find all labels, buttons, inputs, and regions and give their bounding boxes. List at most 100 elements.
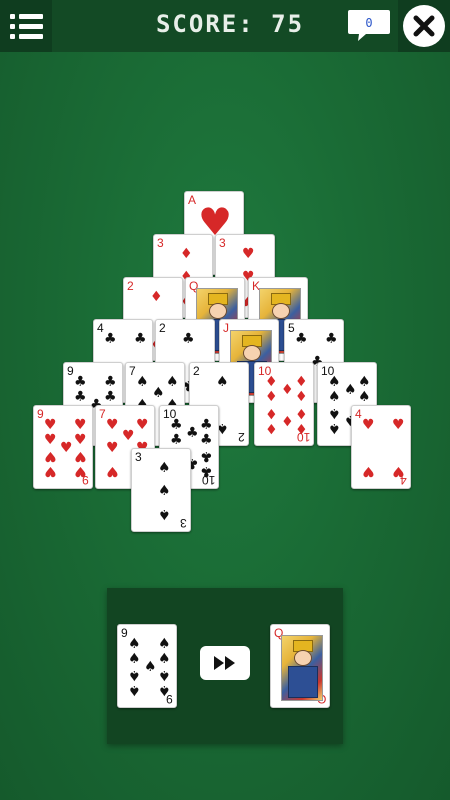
suit-icon: ♠ xyxy=(358,389,371,405)
suit-icon: ♣ xyxy=(200,417,213,433)
suit-icon: ♥ xyxy=(392,417,405,433)
card-rank: 2 xyxy=(127,279,134,293)
suit-icon: ♥ xyxy=(106,417,119,433)
suit-icon: ♠ xyxy=(128,667,141,683)
menu-icon xyxy=(9,13,43,19)
suit-icon: ♦ xyxy=(265,374,278,390)
suit-icon: ♠ xyxy=(328,405,341,421)
suit-icon: ♠ xyxy=(152,385,165,401)
pyramid-card-r6c6[interactable]: 4 4 ♥ ♥ ♥ ♥ xyxy=(351,405,411,489)
card-rank: 2 xyxy=(159,321,166,335)
suit-icon: ♣ xyxy=(104,389,117,405)
card-rank: 3 xyxy=(219,236,226,250)
card-rank: 5 xyxy=(288,321,295,335)
chat-button[interactable]: 0 xyxy=(346,8,392,42)
suit-icon: ♣ xyxy=(200,432,213,448)
suit-icon: ♠ xyxy=(158,682,171,698)
pyramid-card-r6c1[interactable]: 9 9 ♥ ♥ ♥ ♥ ♥ ♥ ♥ ♥ ♥ xyxy=(33,405,93,489)
suit-icon: ♠ xyxy=(128,682,141,698)
suit-icon: ♦ xyxy=(295,389,308,405)
card-rank: 9 xyxy=(121,626,128,640)
suit-icon: ♠ xyxy=(216,374,229,390)
suit-icon: ♣ xyxy=(74,389,87,405)
suit-icon: ♣ xyxy=(134,331,147,347)
suit-icon: ♦ xyxy=(265,405,278,421)
suit-icon: ♦ xyxy=(281,382,294,398)
suit-icon: ♥ xyxy=(362,417,375,433)
suit-icon: ♥ xyxy=(74,417,87,433)
suit-icon: ♠ xyxy=(358,374,371,390)
suit-icon: ♥ xyxy=(362,463,375,479)
suit-icon: ♥ xyxy=(44,417,57,433)
deal-button[interactable] xyxy=(200,646,250,680)
card-rank: 7 xyxy=(129,364,136,378)
suit-icon: ♣ xyxy=(74,374,87,390)
suit-icon: ♠ xyxy=(136,374,149,390)
suit-icon: ♠ xyxy=(344,382,357,398)
suit-icon: ♥ xyxy=(74,448,87,464)
suit-icon: ♣ xyxy=(295,331,308,347)
suit-icon: ♠ xyxy=(144,659,157,675)
draw-pile-card[interactable]: 9 9 ♠ ♠ ♠ ♠ ♠ ♠ ♠ ♠ ♠ xyxy=(117,624,177,708)
suit-icon: ♦ xyxy=(265,389,278,405)
fast-forward-icon xyxy=(214,656,235,670)
suit-icon: ♥ xyxy=(106,463,119,479)
suit-icon: ♠ xyxy=(128,651,141,667)
card-rank: 3 xyxy=(135,450,142,464)
suit-icon: ♠ xyxy=(158,651,171,667)
pyramid-card-r7c3[interactable]: 3 3 ♠ ♠ ♠ xyxy=(131,448,191,532)
suit-icon: ♦ xyxy=(265,420,278,436)
waste-pile-card[interactable]: QQ xyxy=(270,624,330,708)
menu-button[interactable] xyxy=(0,0,52,52)
suit-icon: ♦ xyxy=(295,405,308,421)
pyramid-card-r5c4[interactable]: 10 10 ♦ ♦ ♦ ♦ ♦ ♦ ♦ ♦ ♦ ♦ xyxy=(254,362,314,446)
card-rank: 3 xyxy=(157,236,164,250)
suit-icon: ♦ xyxy=(180,246,193,262)
card-rank: 7 xyxy=(99,407,106,421)
card-rank: 2 xyxy=(193,364,200,378)
suit-icon: ♠ xyxy=(158,667,171,683)
suit-icon: ♠ xyxy=(158,636,171,652)
suit-icon: ♣ xyxy=(104,331,117,347)
close-icon xyxy=(403,5,445,47)
close-button[interactable] xyxy=(398,0,450,52)
suit-icon: ♥ xyxy=(136,417,149,433)
score-display: SCORE: 75 xyxy=(155,10,305,38)
suit-icon: ♣ xyxy=(170,432,183,448)
suit-icon: ♥ xyxy=(392,463,405,479)
suit-icon: ♥ xyxy=(74,432,87,448)
card-rank: J xyxy=(223,321,229,335)
suit-icon: ♠ xyxy=(328,389,341,405)
suit-icon: ♥ xyxy=(242,246,255,262)
suit-icon: ♥ xyxy=(106,440,119,456)
suit-icon: ♣ xyxy=(186,425,199,441)
suit-icon: ♦ xyxy=(295,420,308,436)
suit-icon: ♣ xyxy=(325,331,338,347)
suit-icon: ♣ xyxy=(104,374,117,390)
suit-icon: ♣ xyxy=(200,463,213,479)
suit-icon: ♥ xyxy=(44,463,57,479)
chat-bubble-icon: 0 xyxy=(348,10,390,41)
suit-icon: ♠ xyxy=(328,374,341,390)
suit-icon: ♦ xyxy=(281,412,294,428)
suit-icon: ♠ xyxy=(158,483,171,499)
card-rank: 4 xyxy=(97,321,104,335)
suit-icon: ♥ xyxy=(60,440,73,456)
card-rank: 9 xyxy=(37,407,44,421)
suit-icon: ♣ xyxy=(182,331,195,347)
suit-icon: ♦ xyxy=(295,374,308,390)
suit-icon: ♥ xyxy=(44,432,57,448)
court-card-illustration xyxy=(281,635,323,701)
card-rank: 9 xyxy=(67,364,74,378)
suit-icon: ♣ xyxy=(200,448,213,464)
suit-icon: ♥ xyxy=(44,448,57,464)
card-rank: 4 xyxy=(355,407,362,421)
suit-icon: ♠ xyxy=(158,506,171,522)
suit-icon: ♠ xyxy=(128,636,141,652)
suit-icon: ♥ xyxy=(74,463,87,479)
suit-icon: ♠ xyxy=(328,420,341,436)
suit-icon: ♠ xyxy=(166,374,179,390)
suit-icon: ♠ xyxy=(158,460,171,476)
suit-icon: ♦ xyxy=(150,289,163,305)
chat-count: 0 xyxy=(365,16,372,30)
